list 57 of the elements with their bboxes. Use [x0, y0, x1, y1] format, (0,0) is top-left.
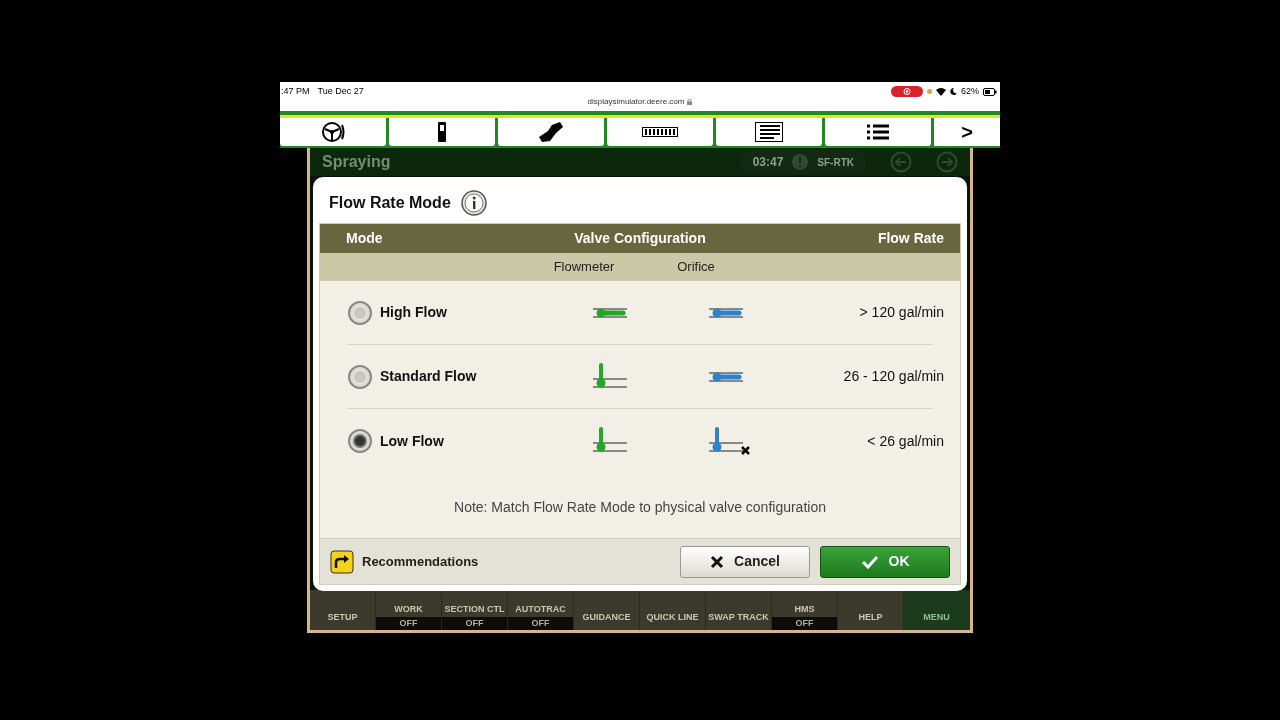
warning-icon: [791, 153, 810, 171]
column-header: Mode: [346, 229, 384, 248]
column-header: Valve Configuration: [573, 229, 707, 248]
info-icon[interactable]: [460, 190, 487, 216]
boom-sections-icon: [642, 127, 678, 137]
mode-radio-option[interactable]: High Flow: [348, 300, 548, 325]
bottom-bar-button[interactable]: MENU: [904, 590, 970, 630]
status-label: OFF: [772, 616, 837, 630]
record-icon: [891, 86, 923, 98]
battery-icon: [983, 87, 997, 96]
signal-text: SF-RTK: [817, 155, 854, 170]
status-label: OFF: [442, 616, 507, 630]
flow-rate-text: > 120 gal/min: [858, 303, 944, 322]
status-label: OFF: [508, 616, 573, 630]
toolbar-tab[interactable]: [825, 118, 931, 146]
device-icon: [437, 121, 447, 143]
list-panel-icon: [755, 122, 783, 142]
sprayer-icon: [538, 121, 564, 143]
checkmark-icon: [860, 554, 879, 569]
toolbar-tab[interactable]: [716, 118, 822, 146]
mode-radio-option[interactable]: Standard Flow: [348, 364, 548, 389]
column-header: Orifice: [676, 258, 716, 277]
recommendations-button[interactable]: Recommendations: [330, 549, 479, 574]
toolbar-tab[interactable]: [607, 118, 713, 146]
close-icon: [710, 554, 725, 569]
status-label: OFF: [376, 616, 441, 630]
battery-percent: 62%: [961, 85, 979, 98]
menu-icon: [867, 124, 889, 140]
column-header: Flowmeter: [552, 258, 616, 277]
lock-icon: [687, 99, 693, 105]
screen-title: Spraying: [322, 152, 391, 172]
mode-radio-option[interactable]: Low Flow: [348, 429, 548, 453]
flow-rate-text: < 26 gal/min: [866, 431, 944, 451]
mode-label: High Flow: [380, 303, 447, 322]
steering-wheel-icon: [321, 121, 345, 143]
toolbar-tab[interactable]: [280, 118, 386, 146]
url-text[interactable]: displaysimulator.deere.com: [587, 96, 685, 108]
ok-button[interactable]: OK: [820, 545, 950, 578]
flow-rate-text: 26 - 120 gal/min: [842, 367, 944, 386]
mode-label: Standard Flow: [380, 367, 477, 386]
radio-button[interactable]: [348, 300, 372, 325]
mode-label: Low Flow: [380, 431, 444, 451]
note-text: Note: Match Flow Rate Mode to physical valve configuration: [454, 498, 826, 517]
wifi-icon: [936, 87, 946, 96]
column-header: Flow Rate: [876, 229, 944, 248]
toolbar-tab[interactable]: [498, 118, 604, 146]
radio-button[interactable]: [348, 429, 372, 453]
moon-icon: [950, 88, 957, 96]
dot-icon: [927, 89, 932, 95]
cancel-button[interactable]: Cancel: [680, 545, 810, 578]
status-date: Tue Dec 27: [317, 85, 364, 98]
radio-button[interactable]: [348, 364, 372, 389]
next-button[interactable]: >: [934, 118, 1000, 146]
toolbar-tab[interactable]: [389, 118, 495, 146]
status-time: :47 PM: [281, 85, 310, 98]
dialog-title: Flow Rate Mode: [329, 193, 451, 213]
clock-text: 03:47: [752, 154, 784, 171]
